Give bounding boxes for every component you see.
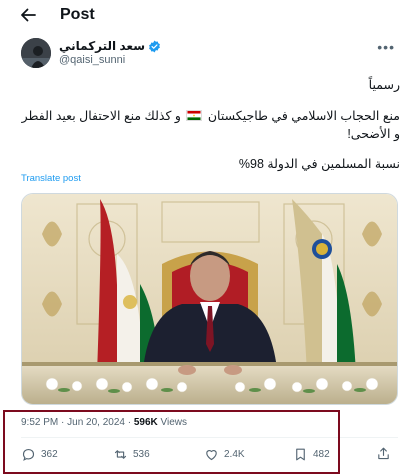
- verified-badge-icon: [149, 40, 160, 52]
- author-handle[interactable]: @qaisi_sunni: [59, 54, 125, 66]
- repost-icon: [114, 450, 127, 459]
- post-timestamp: 9:52 PM · Jun 20, 2024 · 596K Views: [21, 417, 188, 428]
- reply-icon: [22, 448, 35, 461]
- like-count: 2.4K: [224, 449, 245, 460]
- arrow-left-icon: [21, 8, 36, 22]
- top-bar: Post: [0, 0, 418, 30]
- tweet-line-1: رسمياً: [368, 78, 400, 92]
- author-row: سعد التركماني @qaisi_sunni •••: [21, 37, 401, 71]
- post-image[interactable]: [21, 193, 398, 405]
- share-button[interactable]: [376, 446, 391, 466]
- like-button[interactable]: 2.4K: [204, 447, 245, 462]
- bookmark-button[interactable]: 482: [293, 447, 330, 462]
- reply-button[interactable]: 362: [21, 447, 58, 462]
- heart-icon: [206, 450, 217, 461]
- tweet-line-2: منع الحجاب الاسلامي في طاجيكستان و كذلك …: [21, 109, 400, 141]
- tajikistan-flag-icon: [186, 110, 203, 121]
- bookmark-icon: [296, 448, 305, 461]
- reply-count: 362: [41, 449, 58, 460]
- tweet-line-3: نسبة المسلمين في الدولة 98%: [238, 157, 400, 171]
- bookmark-count: 482: [313, 449, 330, 460]
- back-button[interactable]: [16, 4, 40, 26]
- repost-button[interactable]: 536: [113, 447, 150, 462]
- view-count: 596K: [133, 417, 158, 428]
- more-options-icon[interactable]: •••: [377, 39, 395, 55]
- president-photo: [22, 194, 397, 404]
- share-icon: [378, 447, 389, 460]
- translate-post-link[interactable]: Translate post: [21, 173, 81, 184]
- author-name[interactable]: سعد التركماني: [59, 39, 145, 53]
- divider: [21, 437, 398, 438]
- avatar[interactable]: [21, 38, 51, 68]
- repost-count: 536: [133, 449, 150, 460]
- page-title: Post: [60, 6, 95, 23]
- action-bar: 362 536 2.4K 482: [21, 444, 391, 468]
